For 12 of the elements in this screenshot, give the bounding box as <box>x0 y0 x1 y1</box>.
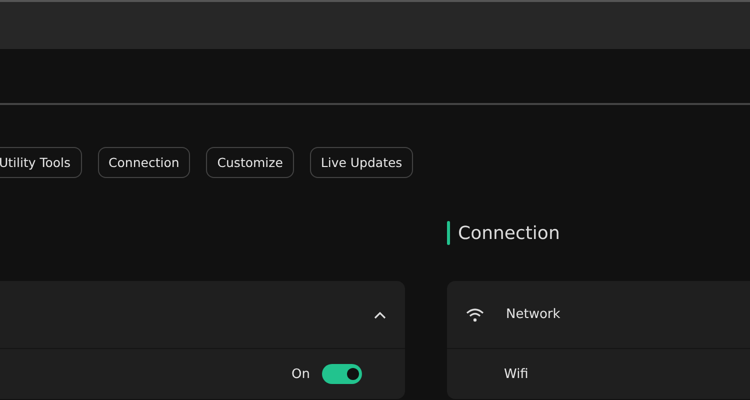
filter-chip[interactable]: Live Updates <box>310 147 414 178</box>
filter-chip[interactable]: Utility Tools <box>0 147 82 178</box>
section-title: Connection <box>458 222 560 244</box>
toggle-state-label: On <box>292 366 310 382</box>
wifi-icon <box>466 308 484 322</box>
filter-chip[interactable]: Customize <box>206 147 294 178</box>
toggle-switch[interactable] <box>322 364 362 384</box>
chevron-icon[interactable] <box>374 310 386 318</box>
wifi-label[interactable]: Wifi <box>504 366 528 382</box>
accent-bar <box>447 221 450 245</box>
filter-chip[interactable]: Connection <box>98 147 190 178</box>
network-label: Network <box>506 307 560 322</box>
